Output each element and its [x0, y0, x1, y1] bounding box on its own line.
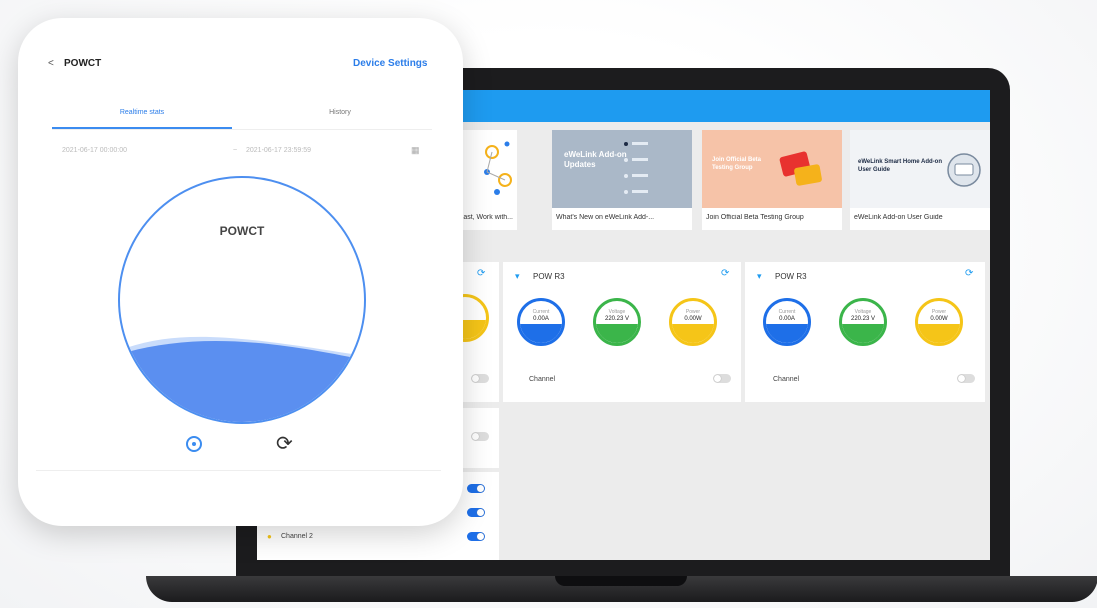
- chat-bubbles-icon: [779, 151, 822, 186]
- refresh-icon[interactable]: ⟳: [965, 268, 973, 279]
- banner-caption: Join Official Beta Testing Group: [706, 214, 804, 221]
- voltage-gauge: Voltage 220.23 V: [593, 298, 641, 346]
- refresh-icon[interactable]: ⟳: [276, 431, 293, 456]
- chat-icon: [947, 153, 981, 187]
- refresh-icon[interactable]: ⟳: [721, 268, 729, 279]
- ui-mockup-icon: [624, 142, 648, 194]
- device-panel[interactable]: ▾ POW R3 ⟳ Current 0.00A Voltage 220.23 …: [745, 262, 985, 402]
- device-settings-link[interactable]: Device Settings: [353, 58, 427, 69]
- tab-realtime[interactable]: Realtime stats: [52, 109, 232, 116]
- usage-ring: POWCT: [118, 176, 366, 424]
- refresh-icon[interactable]: ⟳: [477, 268, 485, 279]
- gauge-value: 0.00W: [930, 316, 948, 322]
- bulb-icon: ●: [267, 532, 272, 541]
- channel-label: Channel 2: [281, 533, 313, 540]
- target-icon[interactable]: [186, 436, 202, 452]
- device-panel[interactable]: ▾ POW R3 ⟳ Current 0.00A Voltage 220.23 …: [503, 262, 741, 402]
- tab-divider: [52, 129, 432, 130]
- channel-toggle[interactable]: [467, 532, 485, 541]
- bottom-divider: [36, 470, 441, 471]
- channel-toggle[interactable]: [957, 374, 975, 383]
- channel-toggle[interactable]: [467, 508, 485, 517]
- ring-title: POWCT: [219, 224, 265, 238]
- banner-caption: eWeLink Add-on User Guide: [854, 214, 943, 221]
- voltage-gauge: Voltage 220.23 V: [839, 298, 887, 346]
- gauge-value: 0.00A: [533, 316, 549, 322]
- power-gauge: Power 0.00W: [915, 298, 963, 346]
- banner-card[interactable]: eWeLink Smart Home Add-on User Guide eWe…: [850, 130, 990, 230]
- back-icon[interactable]: <: [48, 58, 54, 69]
- channel-toggle[interactable]: [471, 374, 489, 383]
- current-gauge: Current 0.00A: [517, 298, 565, 346]
- laptop-notch: [555, 576, 687, 586]
- gauge-label: Voltage: [608, 309, 626, 315]
- device-title: POW R3: [533, 272, 565, 281]
- wifi-icon: ▾: [757, 271, 762, 281]
- wifi-icon: ▾: [515, 271, 520, 281]
- channel-toggle[interactable]: [713, 374, 731, 383]
- gauge-label: Current: [532, 309, 550, 315]
- channel-label: Channel: [529, 376, 556, 383]
- gauge-label: Power: [685, 309, 701, 315]
- active-tab-indicator: [52, 127, 232, 129]
- date-separator: ~: [233, 147, 238, 154]
- tab-history[interactable]: History: [250, 109, 430, 116]
- gauge-label: Current: [778, 309, 796, 315]
- gauge-value: 0.00A: [779, 316, 795, 322]
- channel-toggle[interactable]: [467, 484, 485, 493]
- banner-card[interactable]: eWeLink Add-on Updates What's New on eWe…: [552, 130, 692, 230]
- power-gauge: Power 0.00W: [669, 298, 717, 346]
- banner-caption: What's New on eWeLink Add-...: [556, 214, 655, 221]
- banner-thumb-text: eWeLink Smart Home Add-on User Guide: [858, 159, 943, 173]
- banner-thumb-text: Join Official Beta Testing Group: [712, 157, 762, 171]
- date-start[interactable]: 2021-06-17 00:00:00: [62, 147, 127, 154]
- current-gauge: Current 0.00A: [763, 298, 811, 346]
- device-title: POW R3: [775, 272, 807, 281]
- gauge-label: Voltage: [854, 309, 872, 315]
- date-end[interactable]: 2021-06-17 23:59:59: [246, 147, 311, 154]
- channel-toggle[interactable]: [471, 432, 489, 441]
- gauge-value: 220.23 V: [604, 316, 630, 322]
- calendar-icon[interactable]: ▦: [411, 145, 420, 156]
- gauge-value: 0.00W: [684, 316, 702, 322]
- gauge-value: 220.23 V: [850, 316, 876, 322]
- wave-fill: [120, 336, 364, 422]
- banner-card[interactable]: Join Official Beta Testing Group Join Of…: [702, 130, 842, 230]
- phone-card: < POWCT Device Settings Realtime stats H…: [18, 18, 463, 526]
- page-title: POWCT: [64, 58, 102, 69]
- gauge-label: Power: [931, 309, 947, 315]
- channel-label: Channel: [773, 376, 800, 383]
